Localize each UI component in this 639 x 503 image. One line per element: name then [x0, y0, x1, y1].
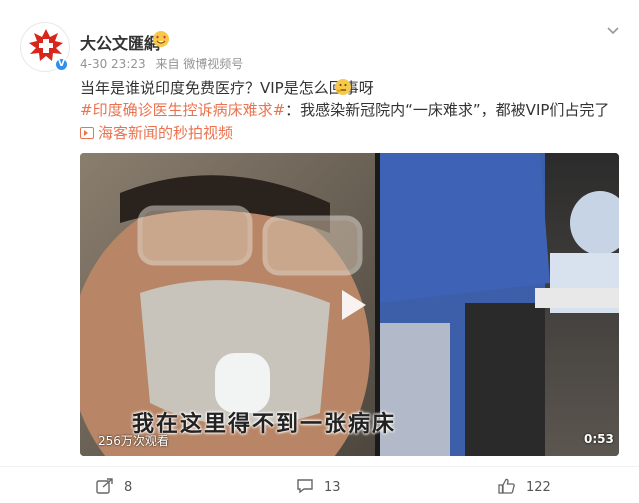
- post-text-continued: ：我感染新冠院内“一床难求”，都被VIP们占完了: [285, 101, 610, 119]
- divider: [0, 466, 639, 467]
- video-subtitle: 我在这里得不到一张病床: [132, 412, 397, 437]
- comment-button[interactable]: 13: [296, 478, 341, 496]
- video-link-icon: [80, 127, 94, 139]
- video-duration: 0:53: [584, 432, 614, 446]
- share-count: 8: [124, 480, 133, 495]
- topic-link[interactable]: #印度确诊医生控诉病床难求#: [80, 101, 285, 119]
- thinking-emoji-icon: [334, 78, 352, 96]
- post-text-line-2: #印度确诊医生控诉病床难求#：我感染新冠院内“一床难求”，都被VIP们占完了: [80, 99, 609, 120]
- view-count: 256万次观看: [98, 434, 169, 448]
- video-link-label[interactable]: 海客新闻的秒拍视频: [98, 124, 233, 142]
- post-text: 当年是谁说印度免费医疗？VIP是怎么回事呀: [80, 79, 374, 97]
- user-name[interactable]: 大公文匯網: [80, 30, 160, 54]
- share-button[interactable]: 8: [96, 478, 132, 496]
- verified-badge-icon: V: [54, 57, 69, 72]
- post-source: 来自 微博视频号: [155, 57, 244, 71]
- like-button[interactable]: 122: [498, 478, 551, 496]
- video-link[interactable]: 海客新闻的秒拍视频: [80, 122, 233, 143]
- share-icon: [96, 478, 113, 494]
- chevron-down-icon[interactable]: [605, 22, 621, 38]
- post-date[interactable]: 4-30 23:23: [80, 57, 146, 71]
- comment-icon: [297, 479, 313, 494]
- heart-eyes-emoji-icon: [152, 30, 170, 48]
- like-count: 122: [526, 480, 551, 495]
- post-meta: 4-30 23:23 来自 微博视频号: [80, 55, 249, 72]
- thumbs-up-icon: [498, 478, 515, 494]
- comment-count: 13: [324, 480, 341, 495]
- play-icon[interactable]: [330, 284, 372, 326]
